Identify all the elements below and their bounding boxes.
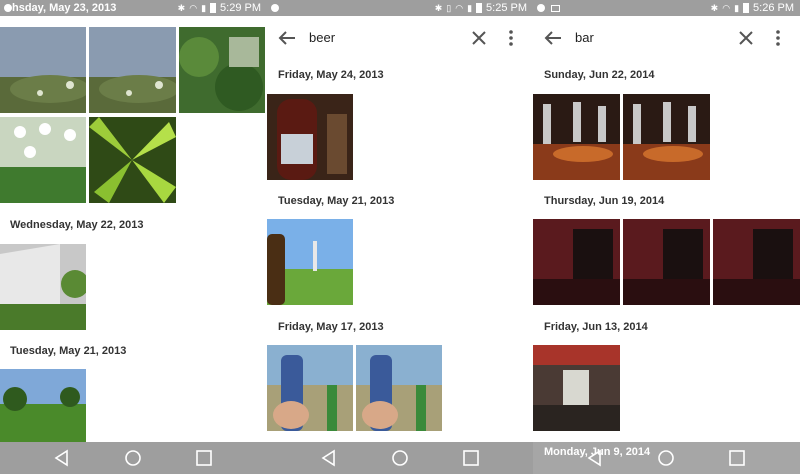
close-icon[interactable]: [736, 28, 756, 48]
back-icon[interactable]: [275, 26, 299, 50]
search-bar: bar: [533, 16, 800, 60]
date-header: Friday, May 17, 2013: [278, 321, 384, 333]
status-time: 5:25 PM: [486, 2, 527, 14]
nav-recent-icon[interactable]: [729, 450, 745, 466]
status-left: [4, 0, 12, 16]
status-bar: ✱ ◠ ▮ 5:26 PM: [533, 0, 800, 16]
date-header: Tuesday, May 21, 2013: [278, 195, 395, 207]
photo-thumbnail[interactable]: [0, 369, 86, 442]
wifi-icon: ◠: [722, 3, 731, 13]
photo-thumbnail[interactable]: [0, 244, 86, 330]
date-header-overlay: Monday, Jun 9, 2014: [544, 446, 651, 458]
nav-recent-icon[interactable]: [463, 450, 479, 466]
search-input[interactable]: beer: [309, 16, 335, 60]
status-time: 5:29 PM: [220, 2, 261, 14]
more-vert-icon[interactable]: [768, 28, 788, 48]
nav-back-icon[interactable]: [53, 449, 71, 467]
signal-icon: ▮: [467, 3, 473, 13]
photo-thumbnail[interactable]: [533, 94, 620, 180]
bluetooth-icon: ✱: [710, 3, 719, 13]
date-header-partial: hsday, May 23, 2013: [12, 2, 117, 14]
close-icon[interactable]: [469, 28, 489, 48]
photo-thumbnail[interactable]: [0, 117, 86, 203]
nav-back-icon[interactable]: [320, 449, 338, 467]
photo-thumbnail[interactable]: [356, 345, 442, 431]
nav-home-icon[interactable]: [124, 449, 142, 467]
gallery-notification-icon: [551, 4, 560, 12]
search-input[interactable]: bar: [575, 16, 594, 60]
photo-thumbnail[interactable]: [267, 219, 353, 305]
nav-recent-icon[interactable]: [196, 450, 212, 466]
photo-thumbnail[interactable]: [713, 219, 800, 305]
photo-thumbnail[interactable]: [89, 27, 176, 113]
notification-dot-icon: [537, 4, 545, 12]
phone-panel-photos: ✱ ◠ ▮ 5:29 PM hsday, May 23, 2013 Wednes…: [0, 0, 267, 474]
wifi-icon: ◠: [189, 3, 198, 13]
date-header: Wednesday, May 22, 2013: [10, 219, 144, 231]
battery-icon: [476, 3, 483, 13]
battery-icon: [210, 3, 217, 13]
photo-thumbnail[interactable]: [267, 345, 353, 431]
status-right: ✱ ◠ ▮ 5:29 PM: [178, 0, 261, 16]
date-header: Thursday, Jun 19, 2014: [544, 195, 665, 207]
photo-thumbnail[interactable]: [179, 27, 265, 113]
photo-thumbnail[interactable]: [0, 27, 86, 113]
status-right: ✱ ◠ ▮ 5:26 PM: [711, 0, 794, 16]
search-bar: beer: [267, 16, 533, 60]
status-bar: ✱ ▯ ◠ ▮ 5:25 PM: [267, 0, 533, 16]
more-vert-icon[interactable]: [501, 28, 521, 48]
nav-bar: [267, 442, 533, 474]
photo-thumbnail[interactable]: [267, 94, 353, 180]
vibrate-icon: ▯: [446, 3, 452, 13]
status-right: ✱ ▯ ◠ ▮ 5:25 PM: [435, 0, 527, 16]
date-header: Friday, May 24, 2013: [278, 69, 384, 81]
nav-bar: [0, 442, 267, 474]
photo-thumbnail[interactable]: [533, 345, 620, 431]
phone-panel-search-beer: ✱ ▯ ◠ ▮ 5:25 PM beer Friday, May 24, 201…: [267, 0, 533, 474]
date-header: Tuesday, May 21, 2013: [10, 345, 127, 357]
bluetooth-icon: ✱: [177, 3, 186, 13]
photo-thumbnail[interactable]: [623, 219, 710, 305]
photo-thumbnail[interactable]: [89, 117, 176, 203]
signal-icon: ▮: [734, 3, 740, 13]
wifi-icon: ◠: [455, 3, 464, 13]
status-left: [537, 0, 560, 16]
date-header: Sunday, Jun 22, 2014: [544, 69, 655, 81]
nav-home-icon[interactable]: [391, 449, 409, 467]
nav-home-icon[interactable]: [657, 449, 675, 467]
status-time: 5:26 PM: [753, 2, 794, 14]
battery-icon: [743, 3, 750, 13]
signal-icon: ▮: [201, 3, 207, 13]
photo-thumbnail[interactable]: [533, 219, 620, 305]
notification-dot-icon: [271, 4, 279, 12]
phone-panel-search-bar: ✱ ◠ ▮ 5:26 PM bar Sunday, Jun 22, 2014 T…: [533, 0, 800, 474]
back-icon[interactable]: [541, 26, 565, 50]
date-header: Friday, Jun 13, 2014: [544, 321, 648, 333]
status-left: [271, 0, 279, 16]
notification-dot-icon: [4, 4, 12, 12]
photo-thumbnail[interactable]: [623, 94, 710, 180]
bluetooth-icon: ✱: [434, 3, 443, 13]
